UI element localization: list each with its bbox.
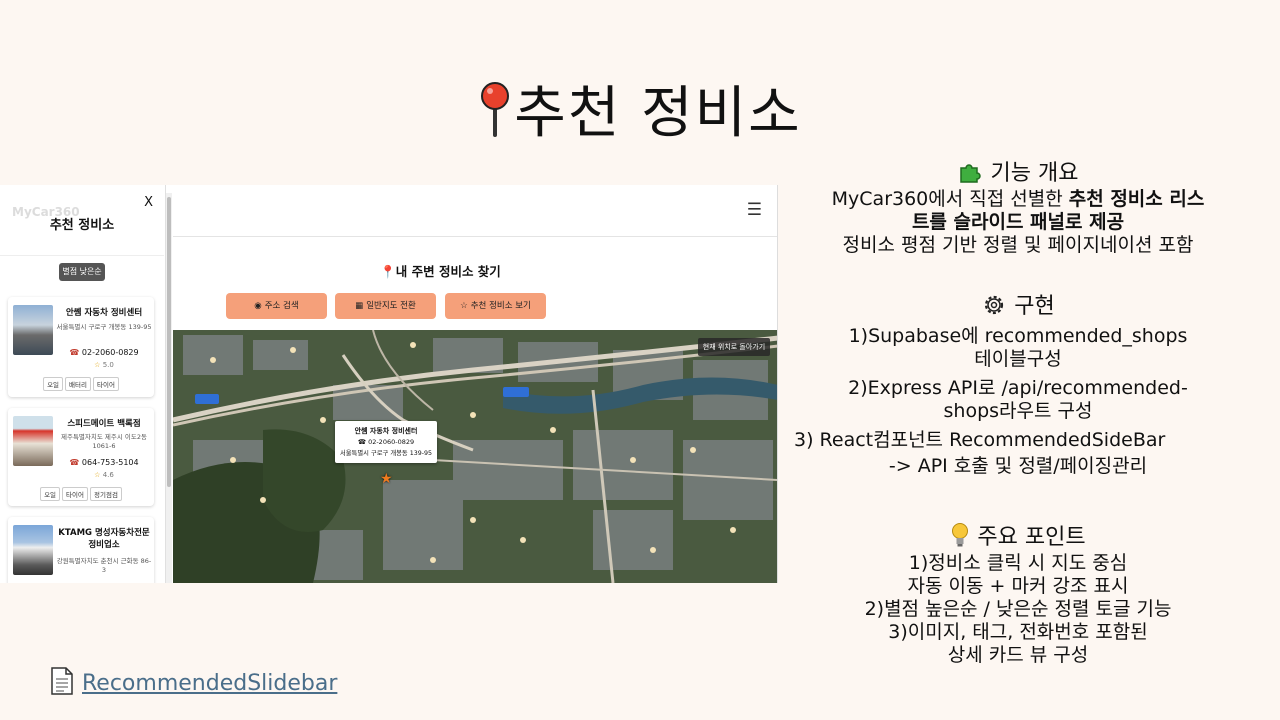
key-points-heading: 주요 포인트 [786,522,1250,552]
round-pushpin-icon [478,81,512,153]
shop-address: 제주특별자치도 제주시 이도2동 1061-6 [60,433,147,450]
source-link[interactable]: RecommendedSlidebar [82,671,337,696]
shop-rating: ☆ 5.0 [94,361,114,369]
document-icon [50,667,74,701]
map-page-title: 📍내 주변 정비소 찾기 [380,264,501,279]
map-header: 📍내 주변 정비소 찾기 ◉ 주소 검색 ▦ 일반지도 전환 ☆ 추천 정비소 보기 [173,237,777,330]
star-icon: ☆ [94,471,101,479]
shop-rating: ☆ 4.6 [94,471,114,479]
recommended-sidebar: MyCar360 X 추천 정비소 별점 낮은순 안쎔 자동차 정비센터 서울특… [0,185,166,583]
phone-icon: ☎ [69,348,80,357]
shop-card[interactable]: 스피드메이트 백록점 제주특별자치도 제주시 이도2동 1061-6 ☎ 064… [8,408,154,506]
overview-line-1: MyCar360에서 직접 선별한 추천 정비소 리스 [831,188,1205,210]
popup-address: 서울특별시 구로구 개봉동 139-95 [339,450,433,457]
overview-heading: 기능 개요 [786,160,1250,188]
app-header: ☰ [173,185,777,237]
star-icon: ☆ [460,301,468,311]
app-screenshot: MyCar360 X 추천 정비소 별점 낮은순 안쎔 자동차 정비센터 서울특… [0,185,778,583]
puzzle-piece-icon [958,161,984,186]
source-link-row: RecommendedSlidebar [50,667,337,701]
map-imagery [173,330,777,583]
implementation-line: 2)Express API로 /api/recommended- [848,377,1188,399]
popup-shop-name: 안쎔 자동차 정비센터 [354,427,418,435]
shop-phone: ☎ 02-2060-0829 [69,348,139,357]
shop-name: KTAMG 명성자동차전문정비업소 [58,528,150,550]
key-points-section: 주요 포인트 1)정비소 클릭 시 지도 중심 자동 이동 + 마커 강조 표시… [786,522,1250,667]
round-pushpin-icon: 📍 [380,264,396,279]
tag: 타이어 [62,487,88,501]
tag: 배터리 [65,377,91,391]
key-point-line: 3)이미지, 태그, 전화번호 포함된 [888,621,1148,643]
tag: 타이어 [92,377,119,391]
tag: 오일 [40,487,61,501]
shop-thumbnail [13,416,53,466]
implementation-line: -> API 호출 및 정렬/페이징관리 [888,455,1148,477]
address-search-button[interactable]: ◉ 주소 검색 [226,293,327,319]
hamburger-menu-icon[interactable]: ☰ [747,200,762,220]
slide-title: 추천 정비소 [0,68,1280,153]
slide-title-text: 추천 정비소 [514,81,802,146]
key-point-line: 상세 카드 뷰 구성 [947,644,1089,666]
key-point-line: 2)별점 높은순 / 낮은순 정렬 토글 기능 [864,598,1172,620]
implementation-heading: 구현 [786,292,1250,321]
star-icon: ☆ [94,361,101,369]
popup-phone: ☎ 02-2060-0829 [357,438,415,446]
shop-name: 스피드메이트 백록점 [67,419,141,429]
shop-address: 강원특별자치도 춘천시 근화동 86-3 [56,557,152,574]
shop-thumbnail [13,525,53,575]
tag: 오일 [43,377,64,391]
sort-toggle-button[interactable]: 별점 낮은순 [59,263,105,281]
overview-section: 기능 개요 MyCar360에서 직접 선별한 추천 정비소 리스 트를 슬라이… [786,160,1250,257]
implementation-line: 3) React컴포넌트 RecommendedSideBar [794,429,1166,451]
implementation-section: 구현 1)Supabase에 recommended_shops 테이블구성 2… [786,292,1250,478]
shop-card[interactable]: KTAMG 명성자동차전문정비업소 강원특별자치도 춘천시 근화동 86-3 [8,517,154,583]
shop-name: 안쎔 자동차 정비센터 [65,308,143,318]
phone-icon: ☎ [357,438,366,446]
shop-address: 서울특별시 구로구 개봉동 139-95 [56,323,152,331]
implementation-line: 1)Supabase에 recommended_shops [848,325,1188,347]
tag: 정기점검 [90,487,122,501]
shop-tags: 오일 타이어 정기점검 [8,487,154,501]
implementation-line: 테이블구성 [974,348,1062,370]
overview-line-3: 정비소 평점 기반 정렬 및 페이지네이션 포함 [842,234,1194,256]
map-info-popup: 안쎔 자동차 정비센터 ☎ 02-2060-0829 서울특별시 구로구 개봉동… [335,421,437,463]
close-button[interactable]: X [144,195,153,210]
map-icon: ▦ [355,301,364,311]
divider [0,255,164,256]
key-point-line: 1)정비소 클릭 시 지도 중심 [908,552,1128,574]
satellite-map[interactable]: 현재 위치로 돌아가기 안쎔 자동차 정비센터 ☎ 02-2060-0829 서… [173,330,777,583]
light-bulb-icon [950,523,970,550]
shop-card[interactable]: 안쎔 자동차 정비센터 서울특별시 구로구 개봉동 139-95 ☎ 02-20… [8,297,154,397]
scrollbar-thumb[interactable] [167,197,171,487]
highlighted-star-marker-icon[interactable]: ★ [380,471,393,487]
shop-tags: 오일 배터리 타이어 [8,377,154,391]
phone-icon: ☎ [69,458,80,467]
key-point-line: 자동 이동 + 마커 강조 표시 [907,575,1129,597]
sidebar-scrollbar[interactable] [166,193,172,583]
return-to-location-button[interactable]: 현재 위치로 돌아가기 [698,338,770,356]
overview-line-2: 트를 슬라이드 패널로 제공 [911,211,1125,233]
recommended-shops-button[interactable]: ☆ 추천 정비소 보기 [445,293,546,319]
sidebar-title: 추천 정비소 [49,218,115,233]
shop-phone: ☎ 064-753-5104 [69,458,139,467]
shop-thumbnail [13,305,53,355]
gear-icon [981,294,1007,319]
pin-icon: ◉ [254,301,262,311]
map-toggle-button[interactable]: ▦ 일반지도 전환 [335,293,436,319]
implementation-line: shops라우트 구성 [943,400,1093,422]
